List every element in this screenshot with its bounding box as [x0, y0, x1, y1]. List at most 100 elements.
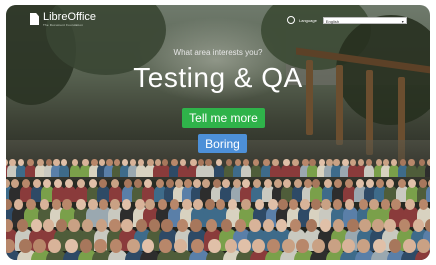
logo-tagline: The Document Foundation	[43, 23, 84, 27]
crowd-person-head	[26, 199, 36, 210]
crowd-person-head	[135, 199, 145, 210]
crowd-person-head	[418, 199, 429, 210]
crowd-person-head	[347, 219, 359, 232]
crowd-person-head	[288, 199, 299, 210]
crowd-person-head	[263, 179, 272, 188]
crowd-person-head	[71, 159, 78, 167]
crowd-person-head	[252, 159, 259, 167]
crowd-person-head	[51, 199, 62, 210]
crowd-person-head	[82, 219, 94, 232]
crowd-person-head	[27, 159, 34, 167]
crowd-person-head	[309, 159, 316, 167]
crowd-person-head	[424, 219, 430, 232]
crowd-person-head	[88, 199, 98, 210]
crowd-person	[307, 164, 318, 178]
crowd-person-head	[157, 199, 168, 210]
crowd-person-head	[418, 179, 427, 188]
crowd-person-head	[192, 179, 201, 188]
crowd-person-head	[13, 199, 24, 210]
crowd-person-head	[17, 219, 29, 232]
crowd-person-head	[321, 199, 331, 210]
hero-question: What area interests you?	[173, 48, 263, 57]
crowd-person-head	[182, 199, 193, 210]
crowd-person-head	[310, 199, 321, 210]
crowd-person-head	[6, 199, 12, 210]
crowd-person-head	[398, 219, 410, 232]
crowd-person-head	[207, 239, 221, 254]
crowd-person	[58, 164, 70, 178]
crowd-person-head	[82, 159, 89, 167]
crowd-person-head	[121, 199, 132, 210]
crowd-person-head	[62, 199, 72, 210]
libreoffice-logo[interactable]: LibreOffice The Document Foundation	[30, 12, 96, 27]
crowd-person-head	[320, 219, 332, 232]
crowd-person-head	[171, 159, 178, 167]
language-select[interactable]: English ▾	[322, 16, 407, 24]
crowd-person-head	[384, 219, 396, 232]
crowd-person	[213, 164, 224, 178]
crowd-person	[25, 164, 36, 178]
crowd-person-head	[426, 159, 430, 167]
crowd-person	[203, 164, 214, 178]
crowd-person-head	[407, 179, 416, 188]
crowd-person-head	[385, 179, 394, 188]
crowd-person-head	[282, 179, 291, 188]
crowd-person-head	[241, 199, 251, 210]
crowd-person-head	[215, 199, 226, 210]
crowd-person-head	[123, 179, 132, 188]
crowd-person-head	[149, 219, 161, 232]
crowd-person-head	[232, 179, 241, 188]
crowd-person-head	[76, 199, 86, 210]
crowd-person-head	[428, 179, 430, 188]
language-picker: Language English ▾	[287, 16, 407, 24]
crowd-person	[426, 186, 430, 202]
crowd-person-head	[135, 219, 147, 232]
crowd-person-head	[397, 179, 406, 188]
crowd-person-head	[227, 199, 238, 210]
crowd-person	[424, 164, 430, 178]
crowd-person-head	[359, 219, 371, 232]
crowd-person-head	[109, 219, 121, 232]
crowd-person-head	[262, 219, 275, 232]
crowd-person-head	[408, 159, 415, 167]
logo-name-libre: Libre	[43, 11, 68, 23]
globe-icon	[287, 16, 295, 24]
crowd-person-head	[272, 159, 279, 167]
crowd-person-head	[412, 219, 424, 232]
language-label: Language	[299, 17, 317, 23]
logo-name: LibreOffice	[43, 12, 96, 23]
crowd-person-head	[121, 219, 133, 232]
crowd-person-head	[106, 159, 113, 167]
crowd-person-head	[42, 219, 55, 232]
crowd-person-head	[249, 219, 261, 232]
crowd-person-head	[109, 199, 120, 210]
crowd-person-head	[332, 219, 344, 232]
crowd-person	[241, 164, 252, 178]
crowd-person-head	[32, 239, 46, 254]
boring-button[interactable]: Boring	[198, 134, 247, 153]
crowd-person-head	[332, 199, 343, 210]
crowd-person-head	[30, 219, 42, 232]
crowd-person-head	[37, 159, 44, 167]
crowd-person-head	[39, 199, 50, 210]
language-select-value: English	[325, 18, 339, 24]
crowd-person-head	[293, 179, 302, 188]
crowd-person-head	[268, 199, 278, 210]
crowd-person-head	[333, 179, 342, 188]
tell-me-more-button[interactable]: Tell me more	[182, 108, 265, 128]
crowd-person-head	[176, 219, 189, 232]
chevron-down-icon: ▾	[401, 18, 404, 24]
crowd-person-head	[399, 159, 406, 167]
crowd-person-head	[282, 239, 295, 254]
crowd-person-head	[212, 179, 221, 188]
crowd-person-head	[91, 159, 98, 167]
hero-background-photo	[6, 5, 430, 260]
crowd-person-head	[133, 179, 142, 188]
crowd-person-head	[205, 159, 212, 167]
crowd-person-head	[95, 219, 107, 232]
crowd-person-head	[369, 199, 379, 210]
crowd-person-head	[205, 199, 215, 210]
crowd-person-head	[275, 219, 287, 232]
crowd-person	[270, 164, 281, 178]
logo-name-office: Office	[67, 11, 96, 23]
